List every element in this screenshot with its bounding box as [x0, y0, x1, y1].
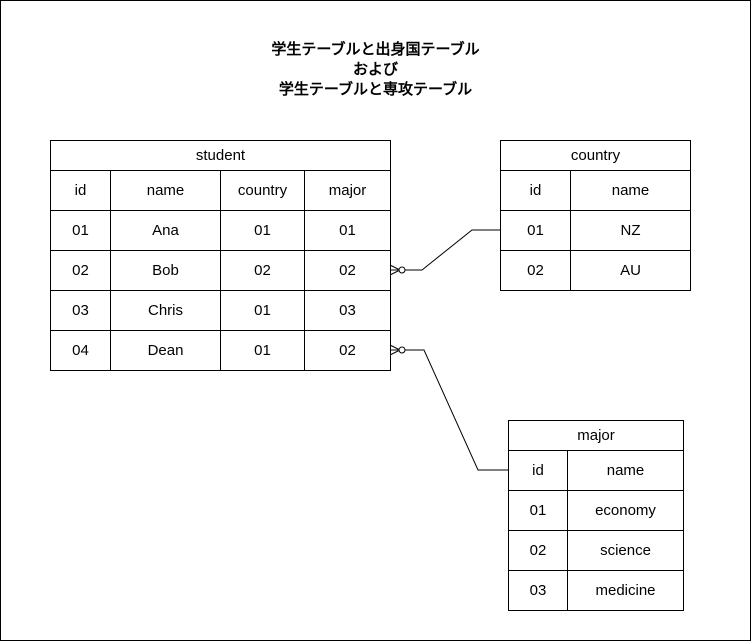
relationship-connectors: [389, 229, 508, 471]
student-major-relationship[interactable]: [389, 344, 508, 471]
student-country-relationship[interactable]: [389, 229, 500, 276]
zero-circle-icon: [398, 346, 406, 354]
student-country-connector-line: [405, 229, 500, 271]
student-major-connector-line: [405, 349, 508, 471]
zero-circle-icon: [398, 266, 406, 274]
